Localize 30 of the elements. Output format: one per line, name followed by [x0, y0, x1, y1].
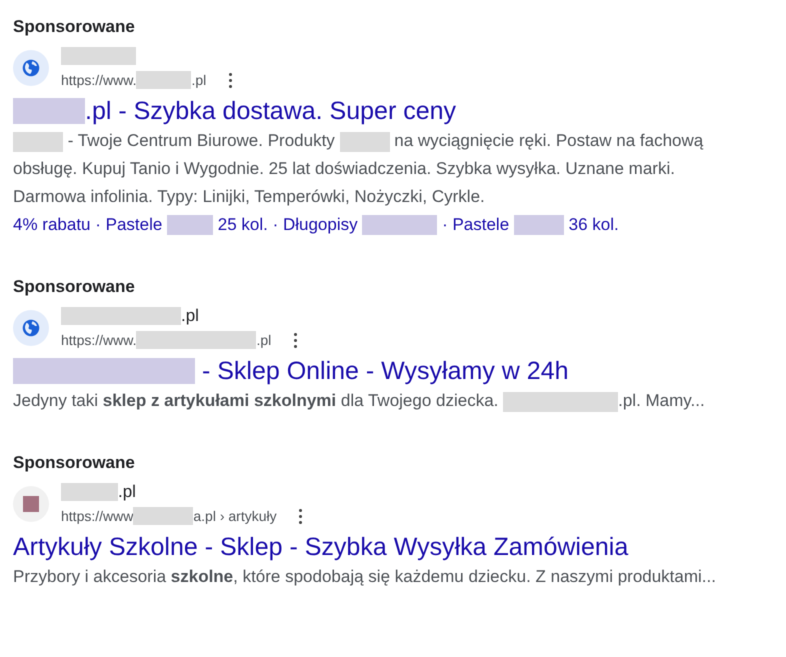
- site-url: https://www.: [61, 331, 136, 350]
- favicon-globe-icon: [13, 50, 49, 86]
- favicon-globe-icon: [13, 310, 49, 346]
- sponsored-label: Sponsorowane: [13, 452, 136, 474]
- sponsored-label: Sponsorowane: [13, 276, 136, 298]
- sitelink: 4% rabatu · Pastele: [13, 214, 164, 236]
- sitelink: 36 kol.: [568, 214, 619, 236]
- site-name: .pl: [181, 305, 199, 327]
- site-url: a.pl › artykuły: [193, 507, 277, 526]
- ad-description: Przybory i akcesoria szkolne, które spodobają się każdemu dziecku. Z naszymi produktami...: [13, 566, 717, 588]
- sitelink: 25 kol. · Długopisy: [216, 214, 359, 236]
- blurred-block: [133, 507, 194, 525]
- site-url: .pl: [256, 331, 272, 350]
- favicon: [13, 486, 49, 522]
- blurred-block: [136, 71, 192, 89]
- sitelink: · Pastele: [441, 214, 510, 236]
- blurred-block: [13, 98, 85, 124]
- site-url: .pl: [191, 71, 206, 90]
- ad-description: - Twoje Centrum Biurowe. Produkty na wyciągnięcie ręki. Postaw na fachową obsługę. Kupuj Tanio i Wygodnie. 25 lat doświadczenia. Szybka wysyłka. Uznane marki. Darmowa infolinia. Typy: Linijki, Temperówki, Nożyczki, Cyrkle.: [13, 130, 704, 208]
- blurred-block: [167, 215, 214, 235]
- site-url: https://www.: [61, 71, 136, 90]
- blurred-block: [514, 215, 564, 235]
- site-name: .pl: [118, 481, 136, 503]
- site-url: https://www: [61, 507, 134, 526]
- blurred-block: [61, 483, 118, 501]
- ad-title-link[interactable]: .pl - Szybka dostawa. Super ceny: [13, 96, 456, 126]
- ad-title-link[interactable]: Artykuły Szkolne - Sklep - Szybka Wysyłka Zamówienia: [13, 532, 628, 562]
- sponsored-label: Sponsorowane: [13, 16, 136, 38]
- ad-description: Jedyny taki sklep z artykułami szkolnymi dla Twojego dziecka. .pl. Mamy...: [13, 390, 706, 414]
- ad-title-link[interactable]: - Sklep Online - Wysyłamy w 24h: [13, 356, 568, 386]
